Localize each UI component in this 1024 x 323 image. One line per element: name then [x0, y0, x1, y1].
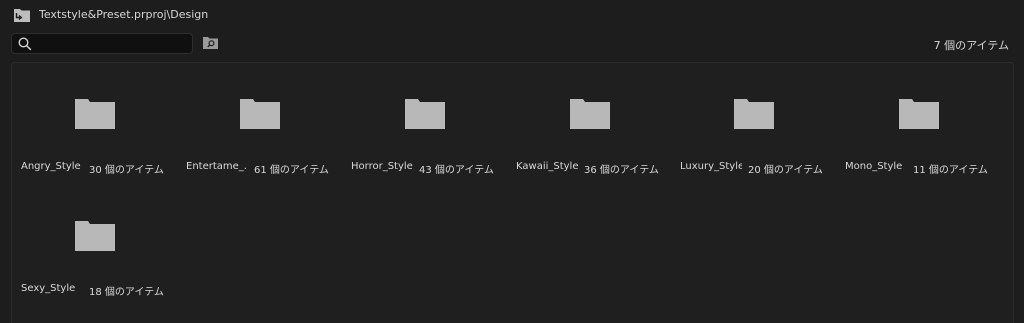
title-bar: Textstyle&Preset.prproj\Design [0, 0, 1024, 30]
folder-item-count: 30 個のアイテム [89, 165, 164, 176]
panel-title: Textstyle&Preset.prproj\Design [39, 8, 209, 21]
folder-tile-horror-style[interactable]: Horror_Style 43 個のアイテム [342, 63, 502, 176]
folder-icon [75, 221, 115, 251]
folder-item-count: 11 個のアイテム [913, 165, 988, 176]
folder-name: Mono_Style [845, 161, 903, 172]
bin-grid: Angry_Style 30 個のアイテム Entertame_... 61 個… [11, 62, 1014, 323]
folder-item-count: 61 個のアイテム [254, 165, 329, 176]
folder-tile-mono-style[interactable]: Mono_Style 11 個のアイテム [836, 63, 996, 176]
bin-folder-icon [14, 9, 30, 22]
search-box[interactable] [11, 33, 193, 54]
folder-name: Luxury_Style [680, 161, 742, 172]
find-bin-icon[interactable] [203, 36, 218, 49]
folder-tile-sexy-style[interactable]: Sexy_Style 18 個のアイテム [12, 185, 172, 298]
folder-tile-kawaii-style[interactable]: Kawaii_Style 36 個のアイテム [507, 63, 667, 176]
folder-name: Entertame_... [186, 161, 248, 172]
folder-name: Kawaii_Style [516, 161, 578, 172]
folder-item-count: 36 個のアイテム [584, 165, 659, 176]
folder-name: Angry_Style [21, 161, 81, 172]
folder-icon [240, 99, 280, 129]
folder-tile-entertame[interactable]: Entertame_... 61 個のアイテム [177, 63, 337, 176]
search-icon [18, 37, 32, 51]
folder-name: Sexy_Style [21, 283, 76, 294]
folder-icon [899, 99, 939, 129]
folder-item-count: 20 個のアイテム [748, 165, 823, 176]
item-count: 7 個のアイテム [933, 39, 1009, 52]
folder-item-count: 43 個のアイテム [419, 165, 494, 176]
folder-tile-angry-style[interactable]: Angry_Style 30 個のアイテム [12, 63, 172, 176]
folder-item-count: 18 個のアイテム [89, 287, 164, 298]
folder-icon [734, 99, 774, 129]
folder-icon [75, 99, 115, 129]
folder-icon [405, 99, 445, 129]
folder-name: Horror_Style [351, 161, 413, 172]
folder-icon [570, 99, 610, 129]
folder-tile-luxury-style[interactable]: Luxury_Style 20 個のアイテム [671, 63, 831, 176]
search-input[interactable] [36, 36, 186, 51]
